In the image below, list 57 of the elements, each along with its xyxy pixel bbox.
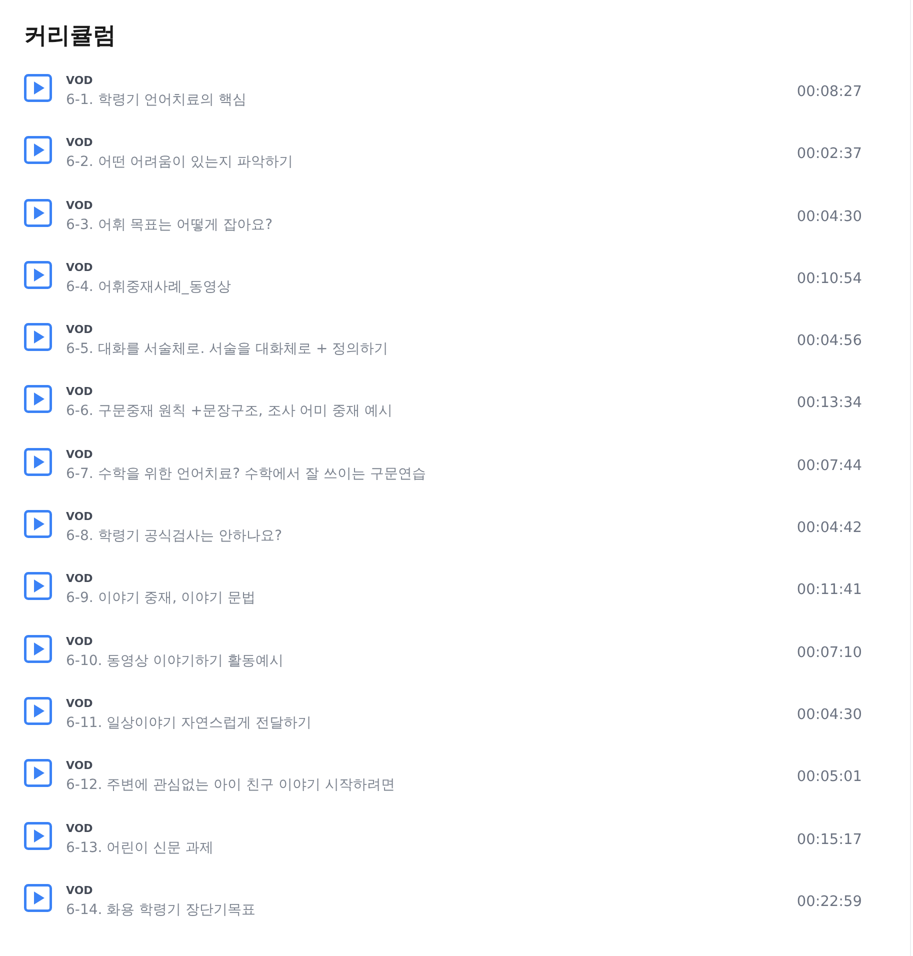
play-icon[interactable] — [24, 198, 52, 227]
play-icon[interactable] — [24, 448, 52, 476]
lesson-type: VOD — [66, 136, 93, 150]
lesson-type: VOD — [66, 385, 93, 400]
lesson-duration: 00:04:42 — [796, 520, 862, 536]
lesson-type: VOD — [66, 759, 93, 774]
lesson-duration: 00:05:01 — [796, 769, 862, 786]
lesson-duration: 00:07:44 — [796, 458, 862, 474]
lesson-title[interactable]: 6-13. 어린이 신문 과제 — [66, 836, 214, 859]
section-title: 커리큘럼 — [24, 22, 117, 51]
lesson-title[interactable]: 6-4. 어휘중재사례_동영상 — [66, 276, 231, 298]
lesson-type: VOD — [66, 572, 93, 586]
lesson-duration: 00:04:30 — [796, 706, 862, 723]
lesson-title[interactable]: 6-9. 이야기 중재, 이야기 문법 — [66, 587, 256, 610]
lesson-duration: 00:15:17 — [796, 832, 862, 848]
lesson-title[interactable]: 6-11. 일상이야기 자연스럽게 전달하기 — [66, 712, 312, 734]
lesson-type: VOD — [66, 198, 93, 213]
lesson-duration: 00:11:41 — [796, 582, 862, 598]
play-icon[interactable] — [24, 510, 52, 538]
play-icon[interactable] — [24, 696, 52, 725]
play-icon[interactable] — [24, 822, 52, 850]
lesson-duration: 00:22:59 — [796, 894, 862, 910]
lesson-title[interactable]: 6-12. 주변에 관심없는 아이 친구 이야기 시작하려면 — [66, 774, 395, 796]
lesson-title[interactable]: 6-8. 학령기 공식검사는 안하나요? — [66, 525, 282, 548]
lesson-title[interactable]: 6-7. 수학을 위한 언어치료? 수학에서 잘 쓰이는 구문연습 — [66, 462, 426, 485]
lesson-duration: 00:13:34 — [796, 395, 862, 412]
lesson-duration: 00:08:27 — [796, 84, 862, 100]
lesson-type: VOD — [66, 260, 93, 275]
lesson-duration: 00:10:54 — [796, 270, 862, 287]
lesson-title[interactable]: 6-10. 동영상 이야기하기 활동예시 — [66, 650, 284, 672]
lesson-duration: 00:02:37 — [796, 146, 862, 162]
lesson-title[interactable]: 6-14. 화용 학령기 장단기목표 — [66, 898, 256, 921]
lesson-duration: 00:04:56 — [796, 333, 862, 350]
play-icon[interactable] — [24, 572, 52, 600]
lesson-type: VOD — [66, 696, 93, 711]
lesson-title[interactable]: 6-6. 구문중재 원칙 +문장구조, 조사 어미 중재 예시 — [66, 400, 393, 422]
lesson-type: VOD — [66, 822, 93, 836]
lesson-type: VOD — [66, 510, 93, 524]
lesson-type: VOD — [66, 323, 93, 338]
lesson-type: VOD — [66, 74, 93, 88]
lesson-type: VOD — [66, 448, 93, 462]
play-icon[interactable] — [24, 759, 52, 788]
lesson-title[interactable]: 6-2. 어떤 어려움이 있는지 파악하기 — [66, 151, 294, 174]
lesson-title[interactable]: 6-1. 학령기 언어치료의 핵심 — [66, 89, 247, 111]
lesson-title[interactable]: 6-5. 대화를 서술체로. 서술을 대화체로 + 정의하기 — [66, 338, 388, 360]
lesson-duration: 00:04:30 — [796, 208, 862, 225]
play-icon[interactable] — [24, 884, 52, 912]
play-icon[interactable] — [24, 385, 52, 414]
play-icon[interactable] — [24, 260, 52, 289]
play-icon[interactable] — [24, 634, 52, 663]
lesson-duration: 00:07:10 — [796, 644, 862, 661]
lesson-type: VOD — [66, 884, 93, 898]
play-icon[interactable] — [24, 136, 52, 164]
play-icon[interactable] — [24, 74, 52, 102]
lesson-type: VOD — [66, 634, 93, 649]
lesson-title[interactable]: 6-3. 어휘 목표는 어떻게 잡아요? — [66, 214, 273, 236]
play-icon[interactable] — [24, 323, 52, 352]
